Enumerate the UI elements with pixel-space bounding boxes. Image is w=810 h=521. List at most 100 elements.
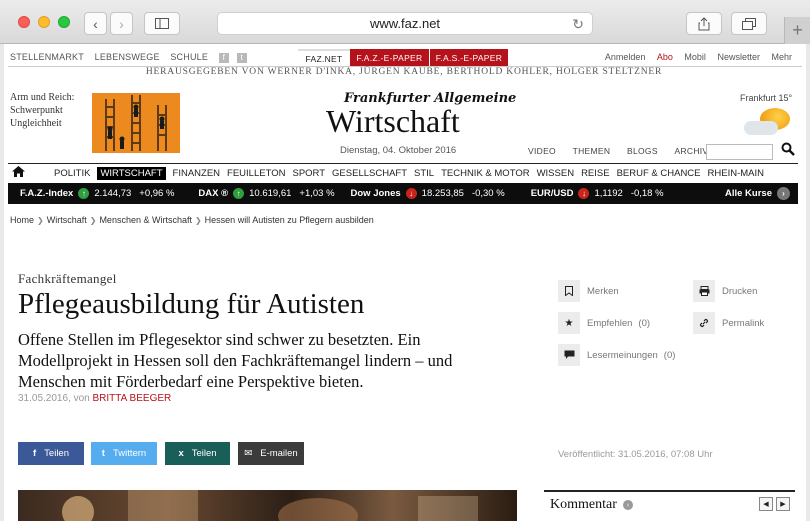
teaser-line: Ungleichheit — [10, 118, 62, 129]
nav-gesellschaft[interactable]: GESELLSCHAFT — [332, 168, 407, 179]
section-title[interactable]: Wirtschaft — [326, 103, 460, 140]
address-bar[interactable]: www.faz.net ↻ — [217, 12, 593, 35]
tool-label: Drucken — [722, 285, 758, 297]
share-label: Twittern — [112, 448, 147, 459]
ticker-item[interactable]: Dow Jones ↓ 18.253,85 -0,30 % — [351, 188, 505, 199]
url-text: www.faz.net — [369, 16, 441, 31]
nav-stil[interactable]: STIL — [414, 168, 434, 179]
ticker-change: -0,18 % — [630, 188, 664, 199]
nav-politik[interactable]: POLITIK — [54, 168, 90, 179]
minimize-window-button[interactable] — [38, 16, 50, 28]
share-button[interactable] — [686, 12, 722, 35]
kommentar-divider — [544, 490, 795, 492]
link-anmelden[interactable]: Anmelden — [605, 52, 646, 62]
share-xing-button[interactable]: x Teilen — [165, 442, 230, 465]
new-tab-button[interactable]: + — [784, 17, 810, 44]
published-date: Veröffentlicht: 31.05.2016, 07:08 Uhr — [558, 449, 713, 460]
link-abo[interactable]: Abo — [657, 52, 673, 62]
ticker-change: -0,30 % — [471, 188, 505, 199]
nav-rhein-main[interactable]: RHEIN-MAIN — [708, 168, 764, 179]
home-icon[interactable] — [12, 166, 25, 180]
tab-faz-epaper[interactable]: F.A.Z.-E-PAPER — [350, 49, 429, 66]
subnav-blogs[interactable]: BLOGS — [627, 146, 658, 156]
search-icon[interactable] — [781, 142, 795, 161]
kommentar-prev-button[interactable]: ◀ — [759, 497, 773, 511]
facebook-icon[interactable]: f — [218, 52, 229, 63]
ticker-item[interactable]: DAX ® ↑ 10.619,61 +1,03 % — [198, 188, 335, 199]
kommentar-header[interactable]: Kommentar › — [550, 497, 633, 513]
cloud-shape — [744, 121, 778, 135]
kommentar-next-button[interactable]: ▶ — [776, 497, 790, 511]
link-schule[interactable]: SCHULE — [170, 52, 208, 62]
print-button[interactable]: Drucken — [693, 280, 757, 302]
article-date: 31.05.2016, von — [18, 393, 90, 404]
teaser-text[interactable]: Arm und Reich: Schwerpunkt Ungleichheit — [10, 91, 74, 130]
current-date: Dienstag, 04. Oktober 2016 — [340, 145, 457, 156]
chevron-left-icon: ‹ — [93, 15, 98, 32]
mail-icon: ✉ — [244, 448, 253, 459]
share-facebook-button[interactable]: f Teilen — [18, 442, 84, 465]
subnav-themen[interactable]: THEMEN — [573, 146, 611, 156]
link-mehr[interactable]: Mehr — [771, 52, 792, 62]
nav-sport[interactable]: SPORT — [292, 168, 325, 179]
nav-feuilleton[interactable]: FEUILLETON — [227, 168, 285, 179]
breadcrumb-wirtschaft[interactable]: Wirtschaft — [47, 215, 87, 225]
breadcrumb-home[interactable]: Home — [10, 215, 34, 225]
article-author[interactable]: BRITTA BEEGER — [93, 393, 172, 404]
arrow-up-icon: ↑ — [78, 188, 90, 199]
breadcrumb-menschen[interactable]: Menschen & Wirtschaft — [99, 215, 192, 225]
recommend-button[interactable]: ★ Empfehlen (0) — [558, 312, 650, 334]
link-lebenswege[interactable]: LEBENSWEGE — [95, 52, 160, 62]
facebook-icon: f — [33, 448, 37, 459]
ticker-item[interactable]: F.A.Z.-Index ↑ 2.144,73 +0,96 % — [20, 188, 174, 199]
share-label: Teilen — [44, 448, 69, 459]
back-button[interactable]: ‹ — [84, 12, 107, 35]
reader-comments-button[interactable]: Lesermeinungen (0) — [558, 344, 675, 366]
tool-label: Empfehlen — [587, 317, 633, 329]
sidebar-icon — [155, 18, 169, 29]
subnav: VIDEO THEMEN BLOGS ARCHIV — [514, 146, 708, 156]
article-headline: Pflegeausbildung für Autisten — [18, 288, 365, 320]
nav-wirtschaft[interactable]: WIRTSCHAFT — [97, 166, 166, 180]
teaser-image[interactable] — [92, 93, 180, 153]
nav-technik-motor[interactable]: TECHNIK & MOTOR — [441, 168, 530, 179]
ticker-item[interactable]: EUR/USD ↓ 1,1192 -0,18 % — [531, 188, 664, 199]
chevron-right-icon: ❯ — [194, 216, 202, 225]
weather-location[interactable]: Frankfurt 15° — [740, 93, 792, 103]
search-input[interactable] — [706, 144, 773, 160]
tabs-overview-button[interactable] — [731, 12, 767, 35]
zoom-window-button[interactable] — [58, 16, 70, 28]
link-mobil[interactable]: Mobil — [684, 52, 706, 62]
forward-button[interactable]: › — [110, 12, 133, 35]
subnav-archiv[interactable]: ARCHIV — [674, 146, 708, 156]
nav-wissen[interactable]: WISSEN — [537, 168, 574, 179]
tab-fas-epaper[interactable]: F.A.S.-E-PAPER — [430, 49, 508, 66]
top-links-right: Anmelden Abo Mobil Newsletter Mehr — [596, 52, 792, 62]
share-twitter-button[interactable]: t Twittern — [91, 442, 157, 465]
article-meta: 31.05.2016, von BRITTA BEEGER — [18, 393, 171, 404]
nav-beruf-chance[interactable]: BERUF & CHANCE — [617, 168, 701, 179]
reload-icon[interactable]: ↻ — [572, 16, 584, 33]
twitter-icon[interactable]: t — [236, 52, 247, 63]
bookmark-button[interactable]: Merken — [558, 280, 619, 302]
nav-finanzen[interactable]: FINANZEN — [173, 168, 221, 179]
close-window-button[interactable] — [18, 16, 30, 28]
sidebar-toggle-button[interactable] — [144, 12, 180, 35]
share-email-button[interactable]: ✉ E-mailen — [238, 442, 304, 465]
breadcrumb-current: Hessen will Autisten zu Pflegern ausbild… — [204, 215, 374, 225]
comment-icon — [558, 344, 580, 366]
chevron-right-icon: ❯ — [89, 216, 97, 225]
market-ticker: F.A.Z.-Index ↑ 2.144,73 +0,96 % DAX ® ↑ … — [8, 183, 798, 204]
article-image[interactable] — [18, 490, 517, 521]
tab-faz-net[interactable]: FAZ.NET — [298, 49, 350, 66]
weather-icon — [736, 104, 796, 138]
ticker-name: F.A.Z.-Index — [20, 188, 74, 199]
nav-reise[interactable]: REISE — [581, 168, 610, 179]
link-stellenmarkt[interactable]: STELLENMARKT — [10, 52, 84, 62]
link-newsletter[interactable]: Newsletter — [717, 52, 760, 62]
arrow-down-icon: ↓ — [578, 188, 590, 199]
all-quotes-link[interactable]: Alle Kurse › — [725, 187, 790, 200]
recommend-count: (0) — [638, 317, 651, 329]
permalink-button[interactable]: Permalink — [693, 312, 764, 334]
subnav-video[interactable]: VIDEO — [528, 146, 556, 156]
